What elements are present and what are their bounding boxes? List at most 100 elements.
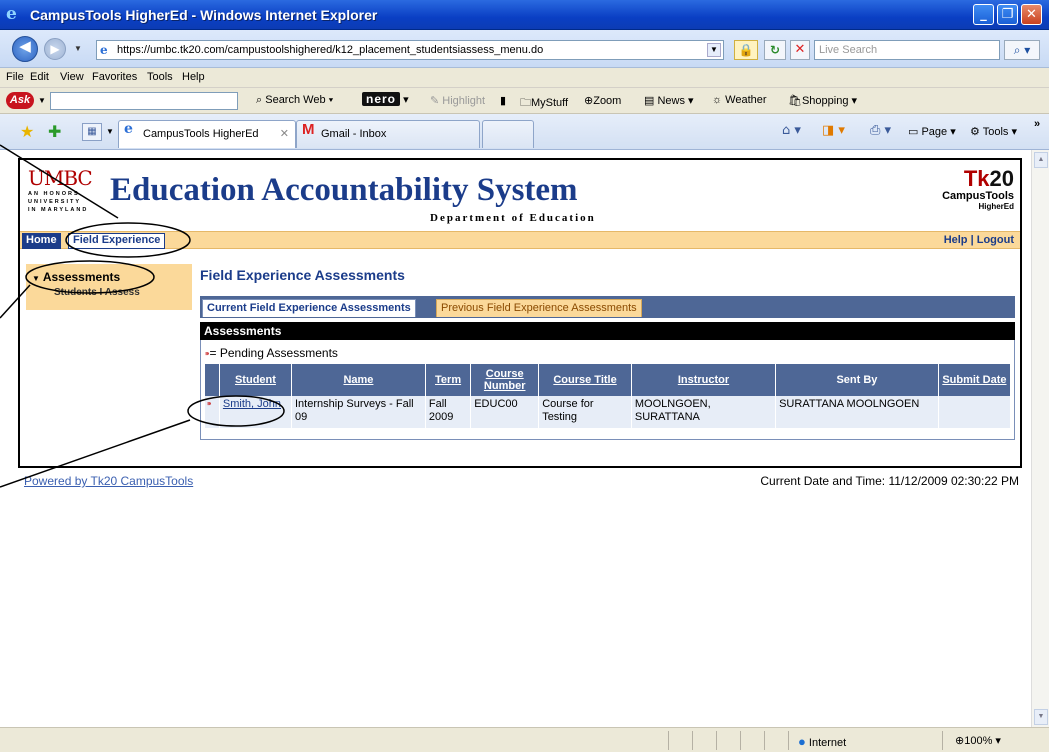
assessments-table: Student Name Term Course Number Course T… (205, 364, 1012, 428)
shopping-icon: 🛍 (788, 95, 802, 107)
system-title: Education Accountability System (110, 172, 578, 208)
column-header-name[interactable]: Name (291, 364, 426, 396)
maximize-button[interactable]: ❐ (997, 4, 1018, 25)
stop-button[interactable]: ✕ (790, 40, 810, 60)
refresh-button[interactable]: ↻ (764, 40, 786, 60)
menu-tools[interactable]: Tools (147, 71, 173, 83)
ask-dropdown-icon[interactable]: ▼ (38, 96, 46, 105)
close-tab-icon[interactable]: ✕ (280, 121, 289, 147)
students-i-assess-link[interactable]: Students I Assess (54, 287, 140, 298)
forward-button[interactable]: ▶ (44, 38, 66, 60)
left-nav: ▼ Assessments Students I Assess (26, 264, 192, 310)
tabs-bar: ★ ✚ ▦ ▼ e CampusTools HigherEd ✕ M Gmail… (0, 114, 1049, 150)
cell-term: Fall 2009 (425, 396, 472, 428)
lock-icon[interactable]: 🔒 (734, 40, 758, 60)
live-search-input[interactable]: Live Search (814, 40, 1000, 60)
department-subtitle: Department of Education (430, 212, 596, 224)
tab-list-dropdown-icon[interactable]: ▼ (106, 127, 114, 136)
quick-tabs-icon[interactable]: ▦ (82, 123, 102, 141)
globe-icon: ● (798, 734, 806, 749)
page-title: Field Experience Assessments (200, 267, 405, 283)
ie-tab-icon: e (124, 121, 133, 137)
ie-logo-icon: e (6, 4, 17, 24)
page-favicon-icon: e (100, 43, 108, 57)
feeds-icon[interactable]: ◨ ▾ (822, 123, 845, 138)
address-field[interactable]: e https://umbc.tk20.com/campustoolshighe… (96, 40, 724, 60)
column-header-instructor[interactable]: Instructor (631, 364, 777, 396)
security-zone: ● Internet (798, 734, 847, 749)
menu-view[interactable]: View (60, 71, 84, 83)
tab-campustools[interactable]: e CampusTools HigherEd ✕ (118, 120, 296, 148)
search-web-button[interactable]: ⌕ Search Web ▾ (256, 94, 333, 107)
tab-gmail[interactable]: M Gmail - Inbox (296, 120, 480, 148)
gmail-icon: M (302, 121, 315, 138)
menu-favorites[interactable]: Favorites (92, 71, 137, 83)
search-icon: ⌕ (256, 94, 263, 106)
status-bar: ● Internet ⊕100% ▾ (0, 727, 1049, 752)
nav-field-experience[interactable]: Field Experience (68, 233, 166, 249)
zoom-icon: ⊕ (584, 95, 594, 107)
menu-help[interactable]: Help (182, 71, 205, 83)
search-go-button[interactable]: ⌕ ▾ (1004, 40, 1040, 60)
tab-previous-assessments[interactable]: Previous Field Experience Assessments (436, 299, 642, 317)
menu-edit[interactable]: Edit (30, 71, 49, 83)
highlight-button[interactable]: ✎ Highlight (430, 94, 485, 107)
logout-link[interactable]: Logout (977, 234, 1014, 246)
umbc-logo[interactable]: UMBC AN HONORS UNIVERSITY IN MARYLAND (28, 166, 108, 214)
home-icon[interactable]: ⌂ ▾ (782, 123, 801, 138)
weather-button[interactable]: ☼ Weather (712, 94, 767, 106)
ask-search-input[interactable] (50, 92, 238, 110)
assessments-menu[interactable]: ▼ Assessments (32, 270, 120, 284)
folder-icon: 🗀 (520, 97, 531, 109)
nav-home[interactable]: Home (22, 233, 61, 249)
column-header-term[interactable]: Term (425, 364, 472, 396)
news-button[interactable]: ▤ News ▾ (644, 94, 694, 107)
toolbar-overflow-icon[interactable]: » (1034, 118, 1040, 130)
weather-icon: ☼ (712, 94, 723, 106)
shopping-button[interactable]: 🛍Shopping ▾ (788, 94, 857, 107)
window-title-bar: e CampusTools HigherEd - Windows Interne… (0, 0, 1049, 30)
add-favorite-icon[interactable]: ✚ (48, 122, 61, 141)
column-header-sent-by: Sent By (775, 364, 939, 396)
zoom-level-button[interactable]: ⊕100% ▾ (955, 734, 1001, 747)
nav-right-links: Help | Logout (943, 234, 1014, 246)
history-dropdown-icon[interactable]: ▼ (74, 44, 82, 53)
mystuff-button[interactable]: 🗀MyStuff (520, 94, 568, 113)
address-dropdown-icon[interactable]: ▼ (707, 43, 721, 57)
column-header-course-title[interactable]: Course Title (538, 364, 632, 396)
menu-file[interactable]: File (6, 71, 24, 83)
bookmark-icon[interactable]: ▮ (500, 94, 506, 107)
tk20-logo: Tk20 CampusTools HigherEd (942, 166, 1014, 212)
address-toolbar: ◀ ▶ ▼ e https://umbc.tk20.com/campustool… (0, 30, 1049, 68)
scroll-up-icon[interactable]: ▲ (1034, 152, 1048, 168)
print-icon[interactable]: ⎙ ▾ (870, 123, 891, 138)
ask-logo[interactable]: Ask (6, 92, 34, 109)
assessment-tabs: Current Field Experience Assessments Pre… (200, 296, 1015, 318)
window-title: CampusTools HigherEd - Windows Internet … (30, 7, 378, 23)
back-button[interactable]: ◀ (12, 36, 38, 62)
help-link[interactable]: Help (944, 234, 968, 246)
pen-icon: ✎ (430, 95, 440, 107)
new-tab-button[interactable] (482, 120, 534, 148)
close-window-button[interactable]: ✕ (1021, 4, 1042, 25)
zoom-button[interactable]: ⊕Zoom (584, 94, 621, 107)
table-header-row: Student Name Term Course Number Course T… (205, 364, 1012, 396)
cell-course-number: EDUC00 (470, 396, 540, 428)
page-menu-button[interactable]: ▭ Page ▾ (908, 125, 956, 138)
tab-current-assessments[interactable]: Current Field Experience Assessments (202, 299, 416, 317)
site-nav: Home Field Experience Help | Logout (20, 231, 1020, 249)
favorites-star-icon[interactable]: ★ (20, 122, 34, 141)
student-link[interactable]: Smith, John (223, 398, 281, 410)
cell-sent-by: SURATTANA MOOLNGOEN (775, 396, 939, 428)
cell-submit-date (938, 396, 1012, 428)
column-header-student[interactable]: Student (219, 364, 293, 396)
nero-button[interactable]: nero ▾ (362, 92, 409, 106)
column-header-submit-date[interactable]: Submit Date (938, 364, 1012, 396)
powered-by-link[interactable]: Powered by Tk20 CampusTools (24, 474, 193, 488)
column-header-course-number[interactable]: Course Number (470, 364, 540, 396)
page-icon: ▭ (908, 126, 919, 138)
vertical-scrollbar[interactable]: ▲ ▼ (1031, 150, 1049, 727)
minimize-button[interactable]: _ (973, 4, 994, 25)
scroll-down-icon[interactable]: ▼ (1034, 709, 1048, 725)
tools-menu-button[interactable]: ⚙ Tools ▾ (970, 125, 1017, 138)
